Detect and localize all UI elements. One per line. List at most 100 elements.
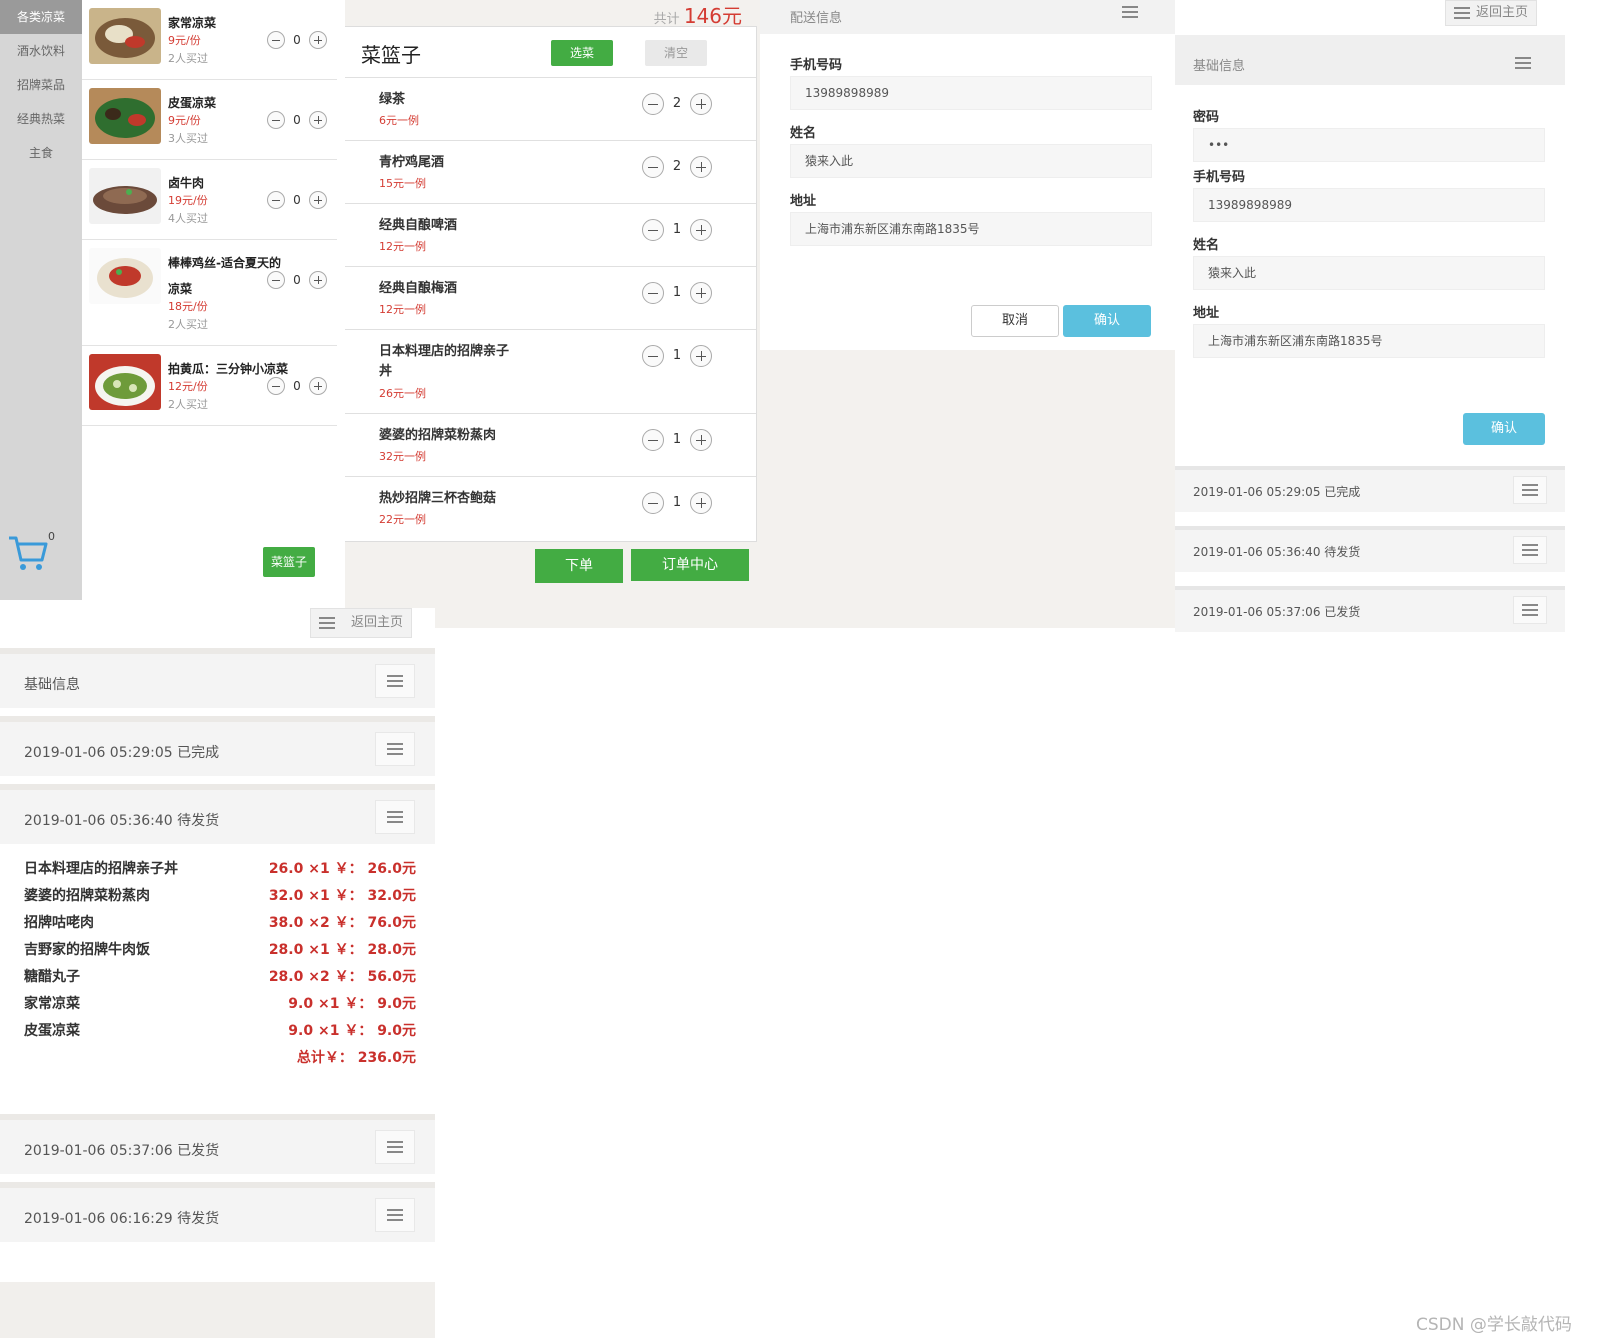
basket-item-name: 经典自酿啤酒 bbox=[379, 218, 458, 233]
minus-button[interactable] bbox=[642, 93, 664, 115]
order-entry[interactable]: 2019-01-06 05:36:40 待发货 bbox=[0, 784, 435, 844]
order-expand-button[interactable] bbox=[375, 732, 415, 766]
dish-name: 拍黄瓜：三分钟小凉菜 bbox=[168, 362, 289, 376]
plus-button[interactable] bbox=[309, 31, 327, 49]
watermark: CSDN @学长敲代码 bbox=[1416, 1315, 1572, 1335]
back-home-button[interactable]: 返回主页 bbox=[1445, 0, 1537, 26]
plus-button[interactable] bbox=[690, 219, 712, 241]
confirm-button[interactable]: 确认 bbox=[1063, 305, 1151, 337]
order-center-button[interactable]: 订单中心 bbox=[631, 549, 749, 581]
basket-item-name: 绿茶 bbox=[379, 92, 406, 107]
minus-button[interactable] bbox=[642, 429, 664, 451]
address-field[interactable]: 上海市浦东新区浦东南路1835号 bbox=[790, 212, 1152, 246]
address-field[interactable]: 上海市浦东新区浦东南路1835号 bbox=[1193, 324, 1545, 358]
category-hot-dishes[interactable]: 经典热菜 bbox=[0, 102, 82, 136]
list-icon bbox=[1454, 7, 1470, 19]
dish-name: 卤牛肉 bbox=[168, 176, 205, 190]
plus-button[interactable] bbox=[690, 93, 712, 115]
minus-button[interactable] bbox=[267, 31, 285, 49]
pick-dishes-button[interactable]: 选菜 bbox=[551, 40, 613, 66]
dish-photo bbox=[89, 248, 161, 304]
order-expand-button[interactable] bbox=[1513, 476, 1547, 504]
place-order-button[interactable]: 下单 bbox=[535, 549, 623, 583]
category-staple[interactable]: 主食 bbox=[0, 136, 82, 170]
quantity-stepper: 2 bbox=[642, 93, 712, 117]
order-expand-button[interactable] bbox=[1513, 536, 1547, 564]
basic-info-header[interactable]: 基础信息 bbox=[0, 648, 435, 708]
list-icon bbox=[319, 617, 335, 629]
basket-button[interactable]: 菜篮子 bbox=[263, 547, 315, 577]
order-entry[interactable]: 2019-01-06 05:29:05 已完成 bbox=[1175, 466, 1565, 512]
basket-item-name: 经典自酿梅酒 bbox=[379, 281, 458, 296]
order-expand-button[interactable] bbox=[375, 800, 415, 834]
detail-calc: 38.0 ×2 ￥： 76.0元 bbox=[268, 915, 416, 931]
order-detail-row: 皮蛋凉菜 9.0 ×1 ￥： 9.0元 bbox=[24, 1020, 416, 1042]
phone-field[interactable]: 13989898989 bbox=[790, 76, 1152, 110]
minus-button[interactable] bbox=[267, 191, 285, 209]
order-entry[interactable]: 2019-01-06 05:36:40 待发货 bbox=[1175, 526, 1565, 572]
plus-button[interactable] bbox=[690, 345, 712, 367]
order-entry[interactable]: 2019-01-06 05:37:06 已发货 bbox=[0, 1114, 435, 1174]
basket-item-price: 22元一例 bbox=[379, 513, 426, 526]
order-entry[interactable]: 2019-01-06 05:29:05 已完成 bbox=[0, 716, 435, 776]
phone-field[interactable]: 13989898989 bbox=[1193, 188, 1545, 222]
basic-info-header[interactable]: 基础信息 bbox=[1175, 35, 1565, 85]
plus-button[interactable] bbox=[690, 156, 712, 178]
list-icon bbox=[387, 743, 403, 755]
cancel-button[interactable]: 取消 bbox=[971, 305, 1059, 337]
detail-calc: 9.0 ×1 ￥： 9.0元 bbox=[288, 1023, 416, 1039]
order-entry[interactable]: 2019-01-06 06:16:29 待发货 bbox=[0, 1182, 435, 1242]
plus-button[interactable] bbox=[309, 191, 327, 209]
name-field[interactable]: 猿来入此 bbox=[1193, 256, 1545, 290]
order-total: 总计￥： 236.0元 bbox=[296, 1050, 416, 1066]
minus-button[interactable] bbox=[642, 219, 664, 241]
basket-item-price: 32元一例 bbox=[379, 450, 426, 463]
plus-button[interactable] bbox=[690, 282, 712, 304]
list-icon bbox=[387, 1209, 403, 1221]
minus-button[interactable] bbox=[642, 156, 664, 178]
basket-item: 绿茶 6元一例 2 bbox=[345, 77, 756, 140]
quantity-value: 1 bbox=[672, 348, 682, 363]
dish-photo bbox=[89, 88, 161, 144]
plus-button[interactable] bbox=[309, 377, 327, 395]
category-cold-dishes[interactable]: 各类凉菜 bbox=[0, 0, 82, 34]
confirm-button[interactable]: 确认 bbox=[1463, 413, 1545, 445]
order-expand-button[interactable] bbox=[375, 1198, 415, 1232]
plus-button[interactable] bbox=[690, 429, 712, 451]
minus-button[interactable] bbox=[267, 271, 285, 289]
basket-item-price: 6元一例 bbox=[379, 114, 419, 127]
quantity-value: 2 bbox=[672, 159, 682, 174]
plus-button[interactable] bbox=[690, 492, 712, 514]
minus-button[interactable] bbox=[642, 492, 664, 514]
basket-item-name: 日本料理店的招牌亲子丼 bbox=[379, 344, 510, 379]
back-home-button[interactable]: 返回主页 bbox=[310, 608, 412, 638]
order-entry-text: 2019-01-06 05:36:40 待发货 bbox=[1193, 545, 1361, 559]
minus-button[interactable] bbox=[267, 377, 285, 395]
order-entry[interactable]: 2019-01-06 05:37:06 已发货 bbox=[1175, 586, 1565, 632]
expand-button[interactable] bbox=[375, 664, 415, 698]
basket-item: 经典自酿啤酒 12元一例 1 bbox=[345, 203, 756, 266]
quantity-value: 0 bbox=[293, 379, 301, 393]
category-signature[interactable]: 招牌菜品 bbox=[0, 68, 82, 102]
clear-basket-button[interactable]: 清空 bbox=[645, 40, 707, 66]
order-expand-button[interactable] bbox=[375, 1130, 415, 1164]
minus-button[interactable] bbox=[642, 282, 664, 304]
minus-button[interactable] bbox=[267, 111, 285, 129]
plus-button[interactable] bbox=[309, 111, 327, 129]
list-icon[interactable] bbox=[1122, 6, 1138, 18]
basic-info-title: 基础信息 bbox=[24, 677, 80, 693]
order-expand-button[interactable] bbox=[1513, 596, 1547, 624]
category-drinks[interactable]: 酒水饮料 bbox=[0, 34, 82, 68]
total-label: 共计 bbox=[653, 12, 680, 27]
plus-button[interactable] bbox=[309, 271, 327, 289]
list-icon bbox=[1522, 484, 1538, 496]
dish-sold: 4人买过 bbox=[168, 212, 208, 225]
dish-list: 家常凉菜 9元/份 2人买过 0 皮蛋凉菜 9元/份 3人买过 0 卤牛肉 19… bbox=[82, 0, 337, 426]
minus-button[interactable] bbox=[642, 345, 664, 367]
password-field[interactable]: ••• bbox=[1193, 128, 1545, 162]
quantity-value: 2 bbox=[672, 96, 682, 111]
basket-item-name: 婆婆的招牌菜粉蒸肉 bbox=[379, 428, 497, 443]
name-field[interactable]: 猿来入此 bbox=[790, 144, 1152, 178]
detail-dish-name: 婆婆的招牌菜粉蒸肉 bbox=[24, 888, 150, 904]
cart-icon[interactable] bbox=[6, 530, 50, 574]
